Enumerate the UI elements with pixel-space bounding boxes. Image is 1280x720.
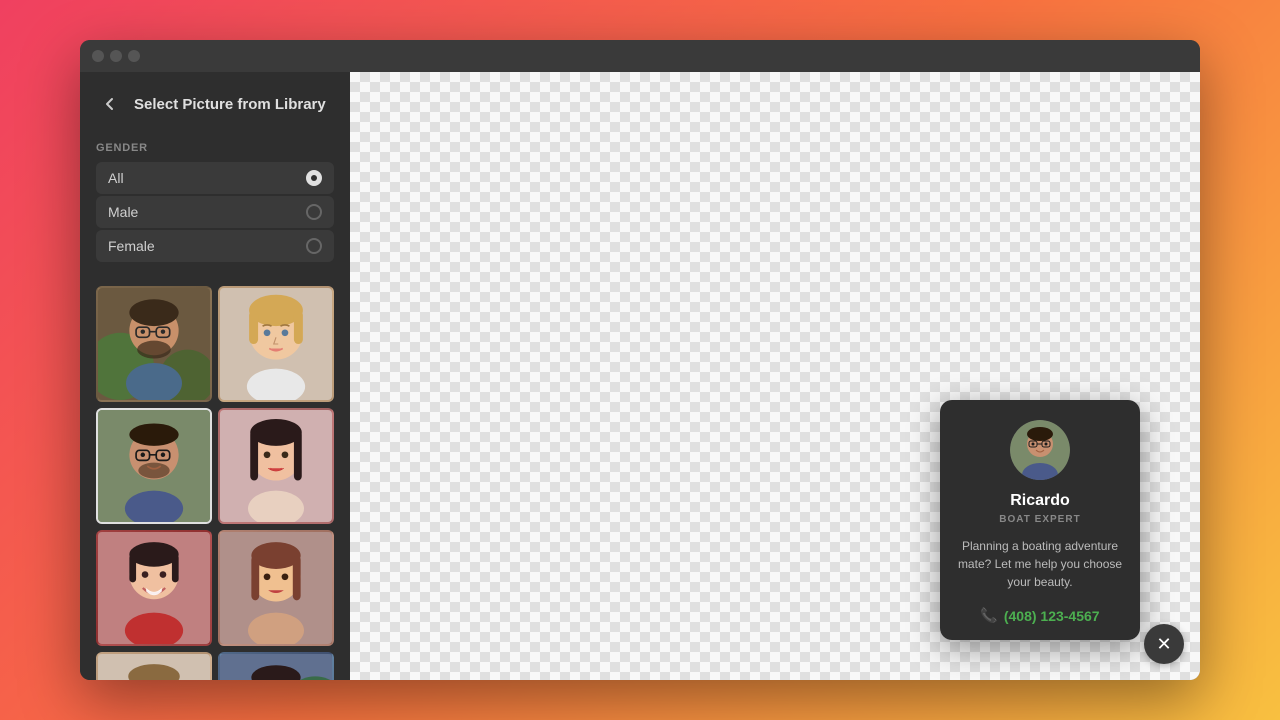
- radio-all-label: All: [108, 170, 124, 186]
- close-button[interactable]: ✕: [1144, 624, 1184, 664]
- phone-icon: 📞: [980, 607, 997, 624]
- photo-thumb-3[interactable]: [96, 408, 212, 524]
- app-window: Select Picture from Library GENDER All M…: [80, 40, 1200, 680]
- profile-name: Ricardo: [1010, 492, 1070, 510]
- sidebar-header: Select Picture from Library: [80, 72, 350, 134]
- profile-avatar: [1010, 420, 1070, 480]
- back-button[interactable]: [96, 90, 124, 118]
- maximize-traffic-light[interactable]: [128, 50, 140, 62]
- photo-thumb-4[interactable]: [218, 408, 334, 524]
- radio-all-dot: [306, 170, 322, 186]
- photo-thumb-2[interactable]: [218, 286, 334, 402]
- title-bar: [80, 40, 1200, 72]
- radio-female-dot: [306, 238, 322, 254]
- photo-thumb-5[interactable]: [96, 530, 212, 646]
- radio-male-label: Male: [108, 204, 138, 220]
- gender-radio-group: All Male Female: [96, 162, 334, 262]
- profile-bio: Planning a boating adventure mate? Let m…: [956, 537, 1124, 591]
- minimize-traffic-light[interactable]: [110, 50, 122, 62]
- radio-female[interactable]: Female: [96, 230, 334, 262]
- sidebar: Select Picture from Library GENDER All M…: [80, 72, 350, 680]
- window-content: Select Picture from Library GENDER All M…: [80, 72, 1200, 680]
- photo-grid: [80, 278, 350, 680]
- radio-all[interactable]: All: [96, 162, 334, 194]
- gender-filter-label: GENDER: [96, 142, 334, 154]
- profile-card: Ricardo BOAT EXPERT Planning a boating a…: [940, 400, 1140, 640]
- close-icon: ✕: [1156, 634, 1171, 655]
- profile-role: BOAT EXPERT: [999, 514, 1080, 525]
- radio-female-label: Female: [108, 238, 155, 254]
- gender-filter-section: GENDER All Male Female: [80, 134, 350, 278]
- photo-thumb-8[interactable]: [218, 652, 334, 680]
- profile-phone[interactable]: 📞 (408) 123-4567: [980, 607, 1099, 624]
- phone-number: (408) 123-4567: [1004, 608, 1100, 624]
- close-traffic-light[interactable]: [92, 50, 104, 62]
- radio-male-dot: [306, 204, 322, 220]
- photo-thumb-6[interactable]: [218, 530, 334, 646]
- main-content: Ricardo BOAT EXPERT Planning a boating a…: [350, 72, 1200, 680]
- sidebar-title: Select Picture from Library: [134, 96, 326, 113]
- radio-male[interactable]: Male: [96, 196, 334, 228]
- traffic-lights: [92, 50, 140, 62]
- photo-thumb-1[interactable]: [96, 286, 212, 402]
- photo-thumb-7[interactable]: [96, 652, 212, 680]
